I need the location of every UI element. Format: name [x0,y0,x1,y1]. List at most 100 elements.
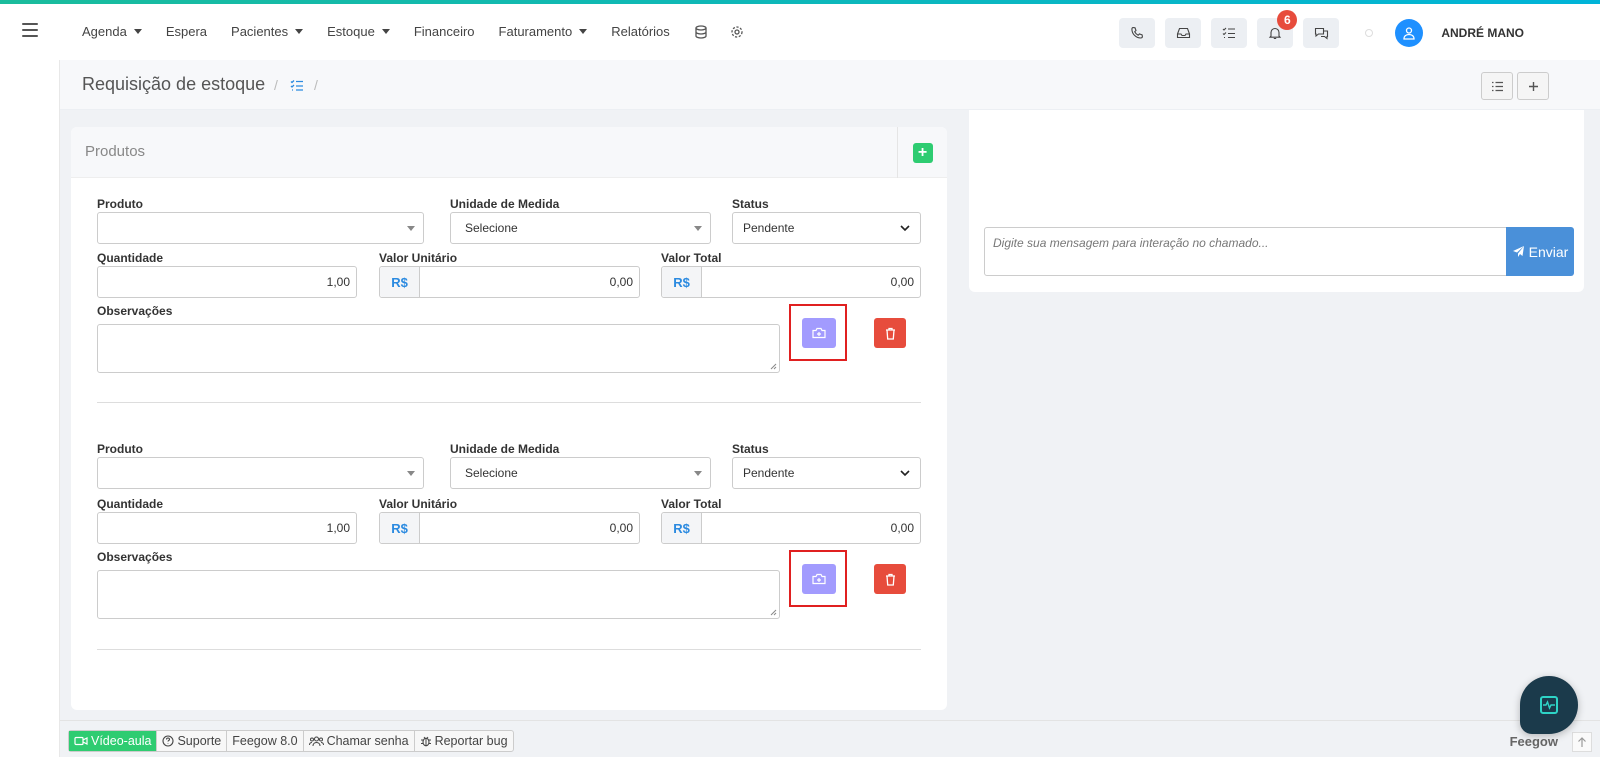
tasks-button[interactable] [1211,18,1248,48]
quantidade-label: Quantidade [97,497,164,511]
menu-financeiro[interactable]: Financeiro [414,24,475,39]
chamar-senha-label: Chamar senha [326,734,409,748]
user-name[interactable]: ANDRÉ MANO [1441,26,1524,40]
chamar-senha-button[interactable]: Chamar senha [304,731,415,751]
produto-select[interactable] [97,212,424,244]
send-label: Enviar [1528,243,1569,260]
reportar-bug-button[interactable]: Reportar bug [415,731,513,751]
valor-total-value: 0,00 [890,521,914,535]
menu-relatorios[interactable]: Relatórios [611,24,670,39]
menu-agenda[interactable]: Agenda [82,24,142,39]
unidade-select[interactable]: Selecione [450,457,711,489]
chat-message-input[interactable]: Digite sua mensagem para interação no ch… [984,227,1508,276]
dropdown-caret-icon [694,225,702,231]
hamburger-menu-icon[interactable] [22,23,38,37]
trash-icon [885,573,895,586]
currency-addon: R$ [380,267,420,297]
menu-estoque[interactable]: Estoque [327,24,390,39]
valor-unitario-label: Valor Unitário [379,497,458,511]
status-value: Pendente [743,221,795,235]
floating-assistant-button[interactable] [1520,676,1578,734]
resize-handle-icon [770,609,777,616]
suporte-link[interactable]: Suporte [157,731,228,751]
breadcrumb-separator: / [274,77,278,93]
menu-faturamento[interactable]: Faturamento [499,24,588,39]
breadcrumb-task-list-icon[interactable] [290,79,304,92]
observacoes-textarea[interactable] [97,324,780,373]
phone-icon [1131,26,1144,39]
menu-label: Estoque [327,24,375,39]
camera-button[interactable] [802,318,836,348]
valor-unitario-input[interactable]: R$ 0,00 [379,512,640,544]
chat-button[interactable] [1303,18,1340,48]
delete-button[interactable] [874,564,906,594]
paper-plane-icon [1512,246,1524,257]
main-menu: Agenda Espera Pacientes Estoque Financei… [82,24,766,39]
page-header: Requisição de estoque / / [60,60,1600,110]
database-icon[interactable] [694,24,708,39]
unidade-label: Unidade de Medida [450,197,560,211]
camera-icon [812,573,826,585]
menu-pacientes[interactable]: Pacientes [231,24,304,39]
valor-total-label: Valor Total [661,497,722,511]
camera-button[interactable] [802,564,836,594]
send-button[interactable]: Enviar [1506,227,1574,276]
breadcrumb-separator: / [314,77,318,93]
version-text: Feegow 8.0 [232,734,298,748]
footer-links: Vídeo-aula Suporte Feegow 8.0 Chamar sen… [68,730,514,752]
video-aula-button[interactable]: Vídeo-aula [69,731,158,751]
menu-label: Financeiro [413,24,475,39]
produto-select[interactable] [97,457,424,489]
valor-total-input[interactable]: R$ 0,00 [661,512,921,544]
chevron-down-icon [900,225,910,232]
menu-label: Espera [165,24,208,39]
unidade-value: Selecione [465,221,518,235]
quantidade-value: 1,00 [326,521,350,535]
unidade-label: Unidade de Medida [450,442,560,456]
menu-label: Agenda [82,24,127,39]
item-divider [97,402,921,403]
suporte-label: Suporte [177,734,222,748]
top-navbar: Agenda Espera Pacientes Estoque Financei… [0,4,1600,60]
phone-button[interactable] [1119,18,1156,48]
dropdown-caret-icon [407,225,415,231]
user-icon [1403,27,1415,40]
inbox-button[interactable] [1165,18,1202,48]
list-icon [1491,81,1503,91]
status-select[interactable]: Pendente [732,457,921,489]
dropdown-caret-icon [694,470,702,476]
chat-bubbles-icon [1314,27,1328,40]
quantidade-input[interactable]: 1,00 [97,266,357,298]
user-avatar[interactable] [1395,19,1424,47]
valor-total-input[interactable]: R$ 0,00 [661,266,921,298]
quantidade-value: 1,00 [326,275,350,289]
observacoes-textarea[interactable] [97,570,780,619]
list-view-button[interactable] [1481,72,1513,100]
video-camera-icon [74,736,88,746]
valor-unitario-value: 0,00 [609,275,633,289]
unidade-value: Selecione [465,466,518,480]
quantidade-input[interactable]: 1,00 [97,512,357,544]
delete-button[interactable] [874,318,906,348]
panel-header: Produtos + [71,127,947,178]
footer-bar: Vídeo-aula Suporte Feegow 8.0 Chamar sen… [60,720,1600,757]
scroll-to-top-button[interactable] [1572,732,1592,752]
version-label: Feegow 8.0 [227,731,304,751]
arrow-up-icon [1578,736,1586,747]
users-icon [308,736,324,747]
produto-label: Produto [97,197,143,211]
unidade-select[interactable]: Selecione [450,212,711,244]
notifications-button[interactable]: 6 [1257,10,1298,48]
status-select[interactable]: Pendente [732,212,921,244]
valor-unitario-input[interactable]: R$ 0,00 [379,266,640,298]
add-new-button[interactable] [1517,72,1549,100]
menu-label: Faturamento [498,24,573,39]
gear-icon[interactable] [730,25,744,39]
produto-label: Produto [97,442,143,456]
caret-down-icon [381,29,390,34]
menu-label: Pacientes [231,24,289,39]
add-product-button[interactable]: + [912,142,933,163]
menu-espera[interactable]: Espera [166,24,207,39]
produtos-panel: Produtos + Produto Unidade de Medida Sel… [71,127,947,710]
inbox-icon [1176,27,1190,39]
